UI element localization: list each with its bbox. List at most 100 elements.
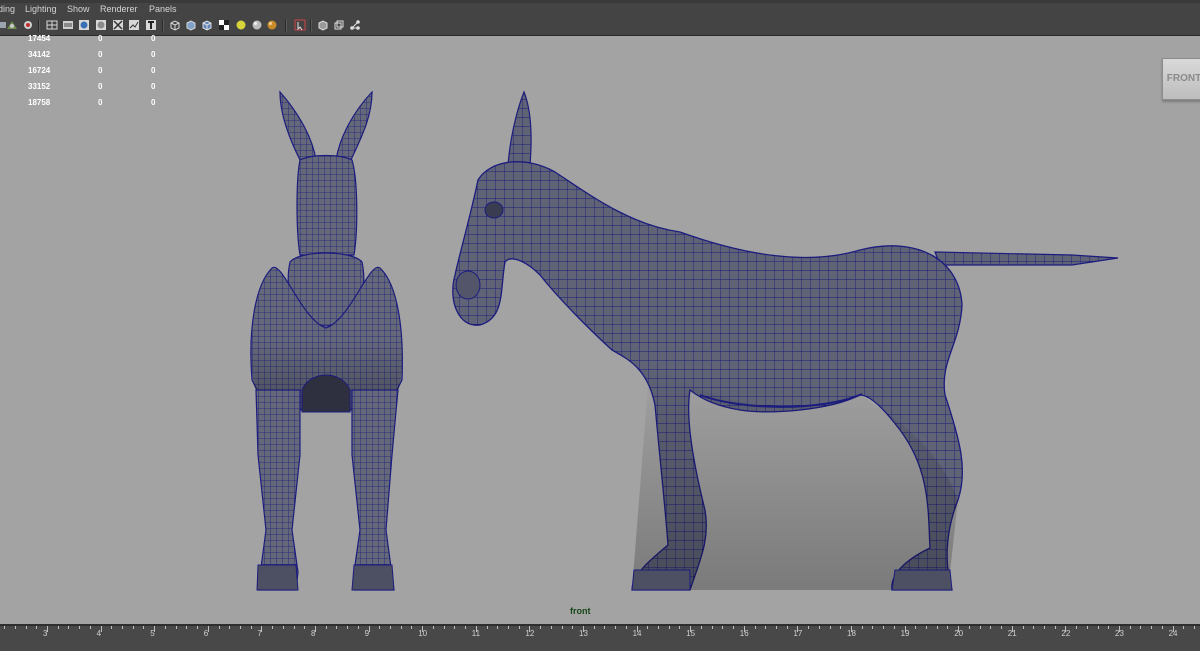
time-slider-tick: [282, 626, 284, 629]
viewport-models[interactable]: [0, 35, 1200, 625]
xray-icon[interactable]: [112, 19, 124, 31]
time-slider-tick: [1054, 626, 1056, 629]
sphere-yellow-icon[interactable]: [235, 19, 247, 31]
time-slider-tick: [1151, 626, 1153, 629]
time-slider-frame-label: 24: [1168, 629, 1178, 638]
time-slider-frame-label: 7: [257, 629, 262, 638]
time-slider-tick: [379, 626, 381, 629]
time-slider-tick: [540, 626, 542, 629]
time-slider-tick: [293, 626, 295, 629]
time-slider-tick: [68, 626, 70, 629]
field-chart-icon[interactable]: [169, 19, 181, 31]
time-slider-tick: [229, 626, 231, 629]
time-slider-tick: [883, 626, 885, 629]
time-slider-tick: [218, 626, 220, 629]
menu-shading[interactable]: ding: [0, 3, 15, 16]
time-slider-tick: [775, 626, 777, 629]
time-slider[interactable]: 3 4 5 6 7 8 9 10 11 12 13 14 15 16 17 18 19 20 21 22 23 24: [0, 624, 1200, 651]
menu-panels[interactable]: Panels: [149, 3, 177, 16]
time-slider-tick: [122, 626, 124, 629]
time-slider-tick: [518, 626, 520, 629]
time-slider-frame-label: 21: [1007, 629, 1017, 638]
time-slider-tick: [1140, 626, 1142, 629]
panel-menu-bar: ding Lighting Show Renderer Panels: [0, 3, 1200, 16]
time-slider-frame-label: 11: [471, 629, 481, 638]
time-slider-tick: [14, 626, 16, 629]
time-slider-tick: [454, 626, 456, 629]
time-slider-tick: [357, 626, 359, 629]
time-slider-frame-label: 15: [686, 629, 696, 638]
time-slider-tick: [733, 626, 735, 629]
time-slider-frame-label: 17: [793, 629, 803, 638]
time-slider-tick: [593, 626, 595, 629]
time-slider-tick: [968, 626, 970, 629]
checker-icon[interactable]: [218, 19, 230, 31]
time-slider-tick: [840, 626, 842, 629]
smooth-shade-icon[interactable]: [62, 19, 74, 31]
time-slider-frame-label: 6: [203, 629, 209, 638]
time-slider-tick: [272, 626, 274, 629]
panel-toolbar: [0, 16, 1200, 36]
grid-icon[interactable]: [128, 19, 140, 31]
camera-name-label: front: [570, 606, 591, 616]
use-lights-icon[interactable]: [95, 19, 107, 31]
time-slider-frame-label: 13: [579, 629, 588, 638]
time-slider-tick: [400, 626, 402, 629]
time-slider-tick: [647, 626, 649, 629]
node-editor-icon[interactable]: [349, 19, 361, 31]
time-slider-tick: [79, 626, 81, 629]
sphere-gray-icon[interactable]: [251, 19, 263, 31]
time-slider-tick: [679, 626, 681, 629]
time-slider-frame-label: 14: [632, 629, 642, 638]
wireframe-on-shaded-icon[interactable]: [201, 19, 213, 31]
time-slider-tick: [947, 626, 949, 629]
time-slider-tick: [1022, 626, 1024, 629]
isolate-select-icon[interactable]: [294, 19, 306, 31]
time-slider-tick: [668, 626, 670, 629]
xray-joints-icon[interactable]: [317, 19, 329, 31]
wireframe-icon[interactable]: [46, 19, 58, 31]
time-slider-frame-label: 5: [150, 629, 155, 638]
menu-renderer[interactable]: Renderer: [100, 3, 138, 16]
time-slider-tick: [1097, 626, 1099, 629]
time-slider-tick: [572, 626, 574, 629]
menu-show[interactable]: Show: [67, 3, 90, 16]
time-slider-tick: [754, 626, 756, 629]
view-cube-front[interactable]: FRONT: [1162, 58, 1200, 100]
time-slider-tick: [1001, 626, 1003, 629]
menu-lighting[interactable]: Lighting: [25, 3, 57, 16]
time-slider-tick: [658, 626, 660, 629]
safe-action-icon[interactable]: [185, 19, 197, 31]
time-slider-tick: [861, 626, 863, 629]
time-slider-frame-label: 12: [525, 629, 535, 638]
time-slider-frame-label: 8: [311, 629, 316, 638]
camera-attributes-icon[interactable]: [6, 19, 18, 31]
time-slider-tick: [443, 626, 445, 629]
time-slider-tick: [625, 626, 627, 629]
time-slider-frame-label: 20: [954, 629, 964, 638]
xray-active-icon[interactable]: [333, 19, 345, 31]
time-slider-tick: [325, 626, 327, 629]
time-slider-tick: [239, 626, 241, 629]
time-slider-tick: [808, 626, 810, 629]
time-slider-tick: [497, 626, 499, 629]
time-slider-tick: [936, 626, 938, 629]
time-slider-tick: [347, 626, 349, 629]
resolution-gate-icon[interactable]: [145, 19, 157, 31]
time-slider-tick: [926, 626, 928, 629]
time-slider-tick: [250, 626, 252, 629]
time-slider-tick: [561, 626, 563, 629]
time-slider-tick: [1194, 626, 1196, 629]
textured-icon[interactable]: [78, 19, 90, 31]
time-slider-tick: [186, 626, 188, 629]
time-slider-tick: [1086, 626, 1088, 629]
sphere-orange-icon[interactable]: [266, 19, 278, 31]
donkey-side-view[interactable]: [452, 90, 1119, 591]
bookmark-icon[interactable]: [22, 19, 34, 31]
time-slider-tick: [432, 626, 434, 629]
time-slider-frame-label: 4: [96, 629, 102, 638]
time-slider-tick: [722, 626, 724, 629]
donkey-front-view[interactable]: [250, 90, 403, 591]
time-slider-tick: [132, 626, 134, 629]
time-slider-tick: [786, 626, 788, 629]
